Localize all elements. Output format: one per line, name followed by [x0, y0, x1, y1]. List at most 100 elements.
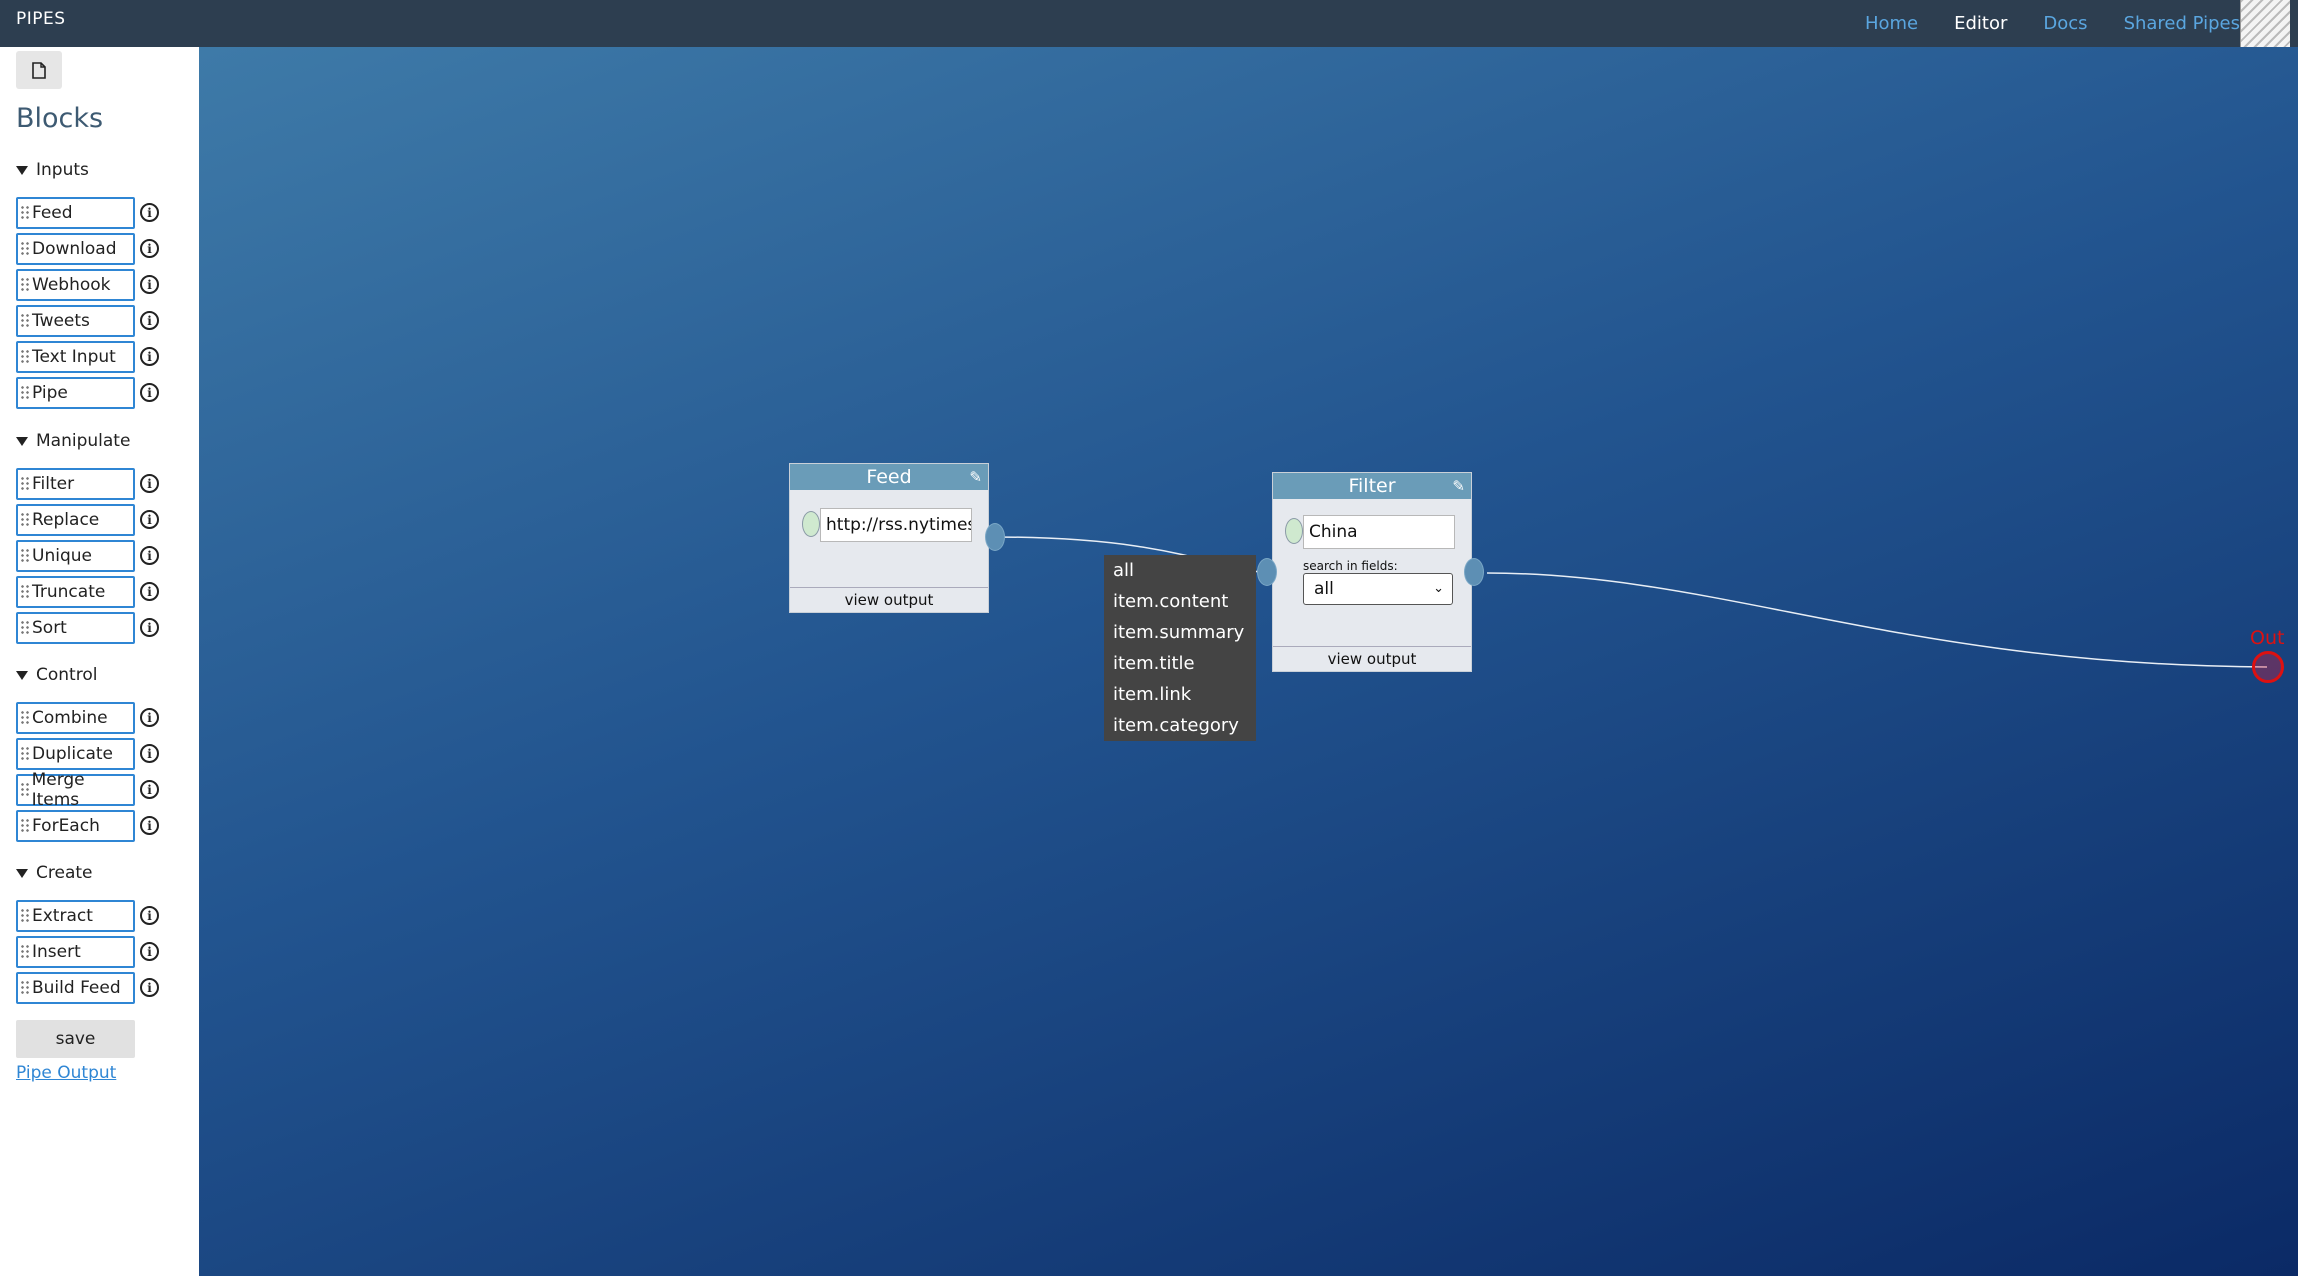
- info-icon[interactable]: i: [140, 275, 159, 294]
- nav-editor-link[interactable]: Editor: [1954, 13, 2007, 34]
- block-tweets[interactable]: Tweets: [16, 305, 135, 337]
- section-toggle-control[interactable]: Control: [16, 662, 97, 688]
- block-duplicate[interactable]: Duplicate: [16, 738, 135, 770]
- block-insert[interactable]: Insert: [16, 936, 135, 968]
- info-icon[interactable]: i: [140, 744, 159, 763]
- query-input-port[interactable]: [1285, 518, 1303, 544]
- section-toggle-create[interactable]: Create: [16, 860, 93, 886]
- filter-output-port[interactable]: [1464, 558, 1484, 586]
- feed-output-port[interactable]: [985, 523, 1005, 551]
- info-icon[interactable]: i: [140, 942, 159, 961]
- block-build-feed[interactable]: Build Feed: [16, 972, 135, 1004]
- search-fields-select[interactable]: all ⌄: [1303, 573, 1453, 605]
- block-filter[interactable]: Filter: [16, 468, 135, 500]
- block-label: Truncate: [32, 582, 106, 602]
- block-label: Insert: [32, 942, 81, 962]
- info-icon[interactable]: i: [140, 618, 159, 637]
- info-icon[interactable]: i: [140, 203, 159, 222]
- block-feed[interactable]: Feed: [16, 197, 135, 229]
- new-pipe-button[interactable]: [16, 51, 62, 89]
- selected-field-value: all: [1314, 579, 1334, 599]
- drag-handle-icon: [20, 512, 30, 528]
- info-icon[interactable]: i: [140, 582, 159, 601]
- nav-home-link[interactable]: Home: [1865, 13, 1918, 34]
- drag-handle-icon: [20, 277, 30, 293]
- pipe-output-port[interactable]: [2252, 651, 2284, 683]
- search-in-fields-label: search in fields:: [1303, 559, 1398, 573]
- feed-view-output-button[interactable]: view output: [790, 587, 988, 612]
- info-icon[interactable]: i: [140, 816, 159, 835]
- block-text-input[interactable]: Text Input: [16, 341, 135, 373]
- info-icon[interactable]: i: [140, 239, 159, 258]
- edit-pencil-icon[interactable]: ✎: [1452, 473, 1465, 499]
- block-unique[interactable]: Unique: [16, 540, 135, 572]
- drag-handle-icon: [20, 241, 30, 257]
- info-icon[interactable]: i: [140, 311, 159, 330]
- block-truncate[interactable]: Truncate: [16, 576, 135, 608]
- block-label: Filter: [32, 474, 75, 494]
- block-replace[interactable]: Replace: [16, 504, 135, 536]
- info-icon[interactable]: i: [140, 708, 159, 727]
- block-label: Extract: [32, 906, 93, 926]
- section-label: Manipulate: [36, 431, 131, 451]
- feed-block-header[interactable]: Feed ✎: [790, 464, 988, 490]
- filter-block-header[interactable]: Filter ✎: [1273, 473, 1471, 499]
- user-avatar[interactable]: [2240, 0, 2290, 47]
- info-icon[interactable]: i: [140, 978, 159, 997]
- drag-handle-icon: [20, 476, 30, 492]
- filter-block[interactable]: Filter ✎ China search in fields: all ⌄ v…: [1272, 472, 1472, 672]
- dropdown-option-item-title[interactable]: item.title: [1104, 648, 1256, 679]
- nav-docs-link[interactable]: Docs: [2043, 13, 2087, 34]
- info-icon[interactable]: i: [140, 383, 159, 402]
- info-icon[interactable]: i: [140, 347, 159, 366]
- filter-view-output-button[interactable]: view output: [1273, 646, 1471, 671]
- filter-input-port[interactable]: [1257, 558, 1277, 586]
- dropdown-option-all[interactable]: all: [1104, 555, 1256, 586]
- feed-block[interactable]: Feed ✎ http://rss.nytimes view output: [789, 463, 989, 613]
- block-pipe[interactable]: Pipe: [16, 377, 135, 409]
- blocks-sidebar: Blocks Inputs Feed i Download i Webhook i T…: [0, 47, 199, 1276]
- app-brand[interactable]: PIPES: [16, 9, 66, 29]
- main-nav: Home Editor Docs Shared Pipes: [1829, 0, 2240, 47]
- info-icon[interactable]: i: [140, 906, 159, 925]
- block-title: Feed: [866, 466, 912, 488]
- section-toggle-inputs[interactable]: Inputs: [16, 157, 89, 183]
- block-download[interactable]: Download: [16, 233, 135, 265]
- search-fields-dropdown: all item.content item.summary item.title…: [1104, 555, 1256, 741]
- section-control: Control Combine i Duplicate i Merge Items i…: [16, 662, 159, 846]
- info-icon[interactable]: i: [140, 474, 159, 493]
- section-manipulate: Manipulate Filter i Replace i Unique i Trun…: [16, 428, 159, 648]
- block-webhook[interactable]: Webhook: [16, 269, 135, 301]
- top-bar: PIPES Home Editor Docs Shared Pipes: [0, 0, 2298, 47]
- save-button[interactable]: save: [16, 1020, 135, 1058]
- dropdown-option-item-link[interactable]: item.link: [1104, 679, 1256, 710]
- url-input-port[interactable]: [802, 511, 820, 537]
- dropdown-option-item-content[interactable]: item.content: [1104, 586, 1256, 617]
- block-combine[interactable]: Combine: [16, 702, 135, 734]
- block-foreach[interactable]: ForEach: [16, 810, 135, 842]
- block-extract[interactable]: Extract: [16, 900, 135, 932]
- block-sort[interactable]: Sort: [16, 612, 135, 644]
- info-icon[interactable]: i: [140, 780, 159, 799]
- dropdown-option-item-category[interactable]: item.category: [1104, 710, 1256, 741]
- drag-handle-icon: [20, 944, 30, 960]
- block-label: Unique: [32, 546, 92, 566]
- info-icon[interactable]: i: [140, 546, 159, 565]
- output-label: Out: [2250, 627, 2285, 649]
- feed-url-input[interactable]: http://rss.nytimes: [820, 508, 972, 542]
- block-label: Combine: [32, 708, 108, 728]
- section-toggle-manipulate[interactable]: Manipulate: [16, 428, 130, 454]
- dropdown-option-item-summary[interactable]: item.summary: [1104, 617, 1256, 648]
- pipe-output-link[interactable]: Pipe Output: [16, 1063, 116, 1083]
- drag-handle-icon: [20, 205, 30, 221]
- block-label: Tweets: [32, 311, 90, 331]
- nav-shared-pipes-link[interactable]: Shared Pipes: [2124, 13, 2240, 34]
- collapse-triangle-icon: [16, 165, 28, 175]
- section-create: Create Extract i Insert i Build Feed i: [16, 860, 159, 1008]
- filter-query-input[interactable]: China: [1303, 515, 1455, 549]
- edit-pencil-icon[interactable]: ✎: [969, 464, 982, 490]
- info-icon[interactable]: i: [140, 510, 159, 529]
- block-label: Replace: [32, 510, 100, 530]
- block-label: Webhook: [32, 275, 111, 295]
- block-merge-items[interactable]: Merge Items: [16, 770, 135, 810]
